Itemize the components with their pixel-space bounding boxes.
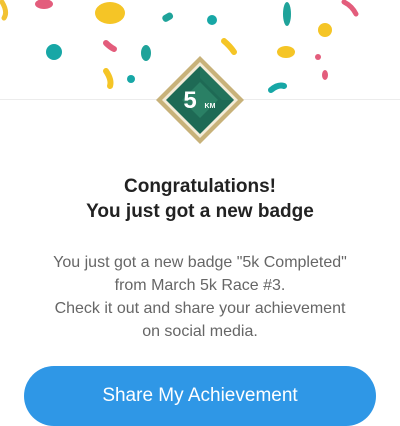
confetti-piece (103, 40, 117, 52)
badge-icon: 5 KM (156, 56, 244, 144)
heading-line-1: Congratulations! (124, 176, 276, 197)
confetti-piece (268, 82, 287, 93)
confetti-piece (341, 0, 359, 17)
confetti-piece (207, 15, 217, 25)
confetti-piece (103, 68, 114, 89)
confetti-piece (0, 0, 9, 21)
confetti-piece (318, 23, 332, 37)
confetti-piece (315, 54, 321, 60)
badge-number: 5 (183, 87, 196, 114)
confetti-piece (283, 2, 291, 26)
confetti-piece (46, 44, 62, 60)
confetti-piece (322, 70, 328, 80)
confetti-piece (162, 12, 174, 22)
confetti-piece (95, 2, 125, 24)
confetti-piece (35, 0, 53, 9)
message-line-1: You just got a new badge "5k Completed" (53, 254, 347, 271)
heading-line-2: You just got a new badge (86, 201, 314, 222)
confetti-piece (127, 75, 135, 83)
badge-5km: 5 KM (152, 52, 248, 148)
message-line-4: on social media. (142, 323, 258, 340)
confetti-piece (277, 46, 295, 58)
share-achievement-button[interactable]: Share My Achievement (24, 366, 376, 426)
message-line-2: from March 5k Race #3. (114, 277, 286, 294)
confetti-piece (141, 45, 151, 61)
congratulations-heading: Congratulations! You just got a new badg… (0, 174, 400, 224)
confetti-piece (221, 38, 237, 55)
badge-message: You just got a new badge "5k Completed" … (0, 251, 400, 343)
message-line-3: Check it out and share your achievement (54, 300, 346, 317)
badge-unit: KM (205, 103, 216, 110)
